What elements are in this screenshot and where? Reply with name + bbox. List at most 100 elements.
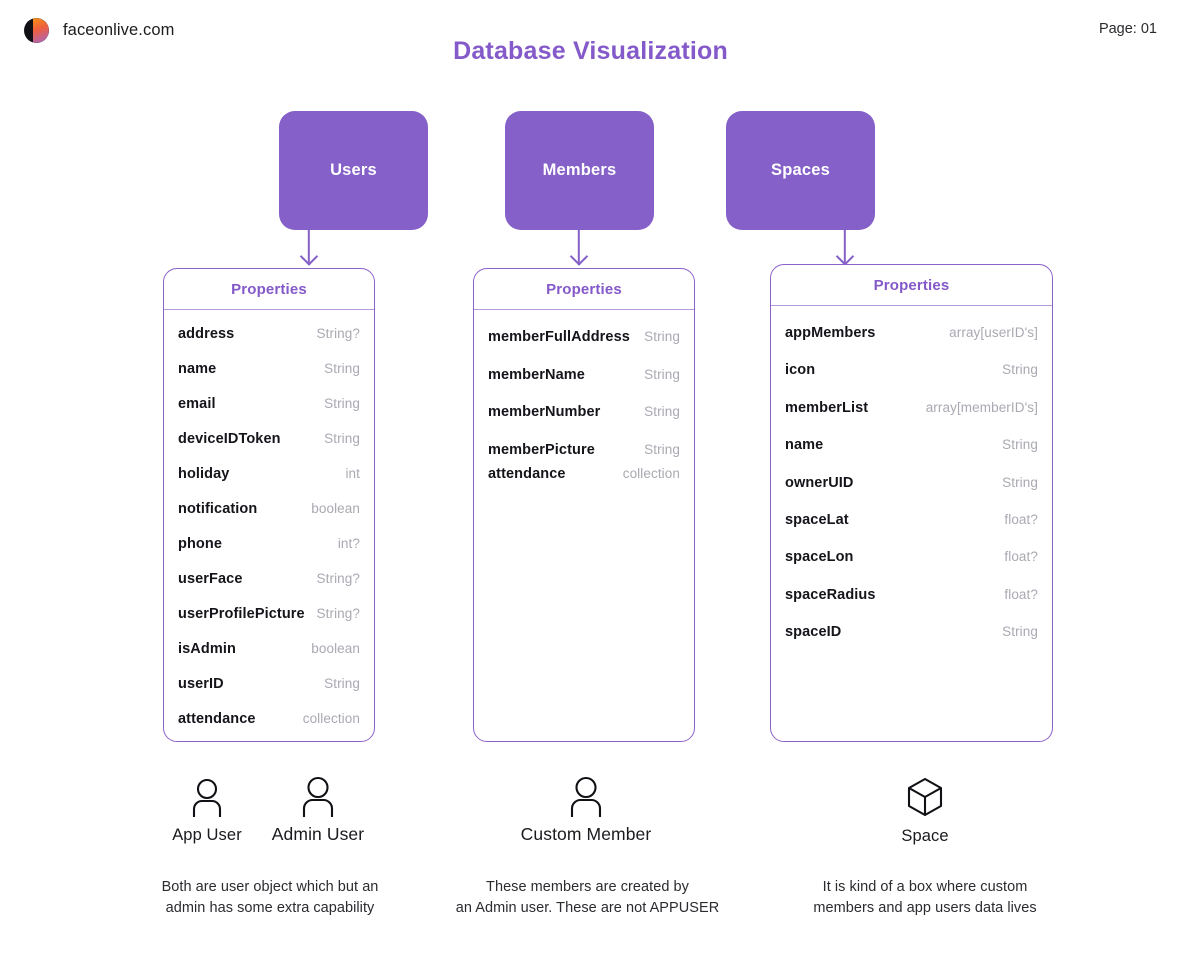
card-title: Properties bbox=[474, 269, 694, 310]
property-row: userProfilePicture String? bbox=[164, 606, 374, 641]
property-type: collection bbox=[622, 465, 680, 481]
property-type: int? bbox=[337, 536, 360, 551]
property-type: String? bbox=[316, 571, 360, 586]
caption-users: Both are user object which but an admin … bbox=[161, 879, 379, 916]
property-type: String bbox=[1002, 362, 1038, 378]
property-type: String bbox=[324, 396, 360, 411]
card-title: Properties bbox=[164, 269, 374, 310]
property-row: memberList array[memberID's] bbox=[771, 400, 1052, 437]
property-type: float? bbox=[1004, 586, 1038, 602]
property-row: memberPicture String bbox=[474, 442, 694, 466]
property-row: spaceRadius float? bbox=[771, 587, 1052, 624]
property-row: userFace String? bbox=[164, 571, 374, 606]
property-name: spaceRadius bbox=[785, 586, 876, 603]
property-name: deviceIDToken bbox=[178, 431, 281, 447]
property-type: String? bbox=[316, 326, 360, 341]
entity-box-members[interactable]: Members bbox=[505, 111, 654, 230]
property-type: boolean bbox=[311, 501, 360, 516]
entity-box-users[interactable]: Users bbox=[279, 111, 428, 230]
legend-item-space: Space bbox=[875, 776, 975, 846]
property-row: ownerUID String bbox=[771, 475, 1052, 512]
property-name: spaceLon bbox=[785, 549, 854, 566]
cube-icon bbox=[907, 777, 943, 817]
properties-list: address String? name String email String… bbox=[164, 310, 374, 746]
property-type: String bbox=[644, 404, 680, 419]
property-name: isAdmin bbox=[178, 641, 236, 657]
legend-label: Space bbox=[901, 827, 949, 845]
database-visualization-page: faceonlive.com Page: 01 Database Visuali… bbox=[0, 0, 1181, 971]
property-type: String bbox=[324, 676, 360, 691]
person-icon bbox=[570, 776, 602, 817]
property-type: String bbox=[1002, 437, 1038, 453]
person-icon bbox=[302, 776, 334, 817]
property-type: boolean bbox=[311, 641, 360, 656]
property-name: address bbox=[178, 326, 235, 342]
property-row: isAdmin boolean bbox=[164, 641, 374, 676]
property-name: email bbox=[178, 396, 216, 412]
legend-item-app-user: App User bbox=[157, 776, 257, 845]
property-name: memberFullAddress bbox=[488, 329, 630, 345]
property-name: userProfilePicture bbox=[178, 606, 305, 622]
property-type: String bbox=[644, 329, 680, 344]
card-title: Properties bbox=[771, 265, 1052, 306]
legend-item-custom-member: Custom Member bbox=[506, 774, 666, 845]
legend-label: App User bbox=[172, 826, 242, 844]
property-row: name String bbox=[164, 361, 374, 396]
property-type: String bbox=[644, 441, 680, 457]
property-row: phone int? bbox=[164, 536, 374, 571]
property-name: attendance bbox=[178, 711, 256, 727]
property-name: memberPicture bbox=[488, 441, 595, 458]
property-name: holiday bbox=[178, 466, 230, 482]
property-name: attendance bbox=[488, 465, 566, 482]
arrow-members-to-properties bbox=[565, 228, 593, 266]
properties-list: memberFullAddress String memberName Stri… bbox=[474, 310, 694, 490]
property-name: userFace bbox=[178, 571, 243, 587]
property-row: spaceID String bbox=[771, 624, 1052, 661]
property-row: memberNumber String bbox=[474, 404, 694, 442]
properties-card-members: Properties memberFullAddress String memb… bbox=[473, 268, 695, 742]
property-row: icon String bbox=[771, 362, 1052, 399]
property-type: String bbox=[1002, 474, 1038, 490]
property-row: memberFullAddress String bbox=[474, 329, 694, 367]
property-name: icon bbox=[785, 362, 816, 379]
property-name: memberNumber bbox=[488, 404, 601, 420]
property-row: appMembers array[userID's] bbox=[771, 325, 1052, 362]
person-icon bbox=[192, 778, 222, 817]
property-type: String bbox=[324, 431, 360, 446]
property-type: array[memberID's] bbox=[925, 399, 1038, 415]
property-row: deviceIDToken String bbox=[164, 431, 374, 466]
arrow-head bbox=[569, 247, 589, 266]
property-row: address String? bbox=[164, 326, 374, 361]
property-row: email String bbox=[164, 396, 374, 431]
legend-item-admin-user: Admin User bbox=[265, 774, 371, 845]
property-type: float? bbox=[1004, 549, 1038, 565]
property-name: memberName bbox=[488, 366, 585, 383]
property-type: int bbox=[345, 466, 360, 481]
property-type: float? bbox=[1004, 511, 1038, 527]
property-type: String bbox=[324, 361, 360, 376]
arrow-head bbox=[835, 247, 855, 266]
property-type: String? bbox=[316, 606, 360, 621]
entity-label: Spaces bbox=[771, 161, 830, 179]
arrow-users-to-properties bbox=[295, 228, 323, 266]
properties-card-spaces: Properties appMembers array[userID's] ic… bbox=[770, 264, 1053, 742]
entity-box-spaces[interactable]: Spaces bbox=[726, 111, 875, 230]
property-row: notification boolean bbox=[164, 501, 374, 536]
property-name: spaceLat bbox=[785, 511, 849, 528]
page-number-label: Page: 01 bbox=[1098, 21, 1157, 37]
arrow-head bbox=[299, 247, 319, 266]
property-name: notification bbox=[178, 501, 258, 517]
property-name: name bbox=[178, 361, 217, 377]
property-type: array[userID's] bbox=[949, 325, 1038, 340]
caption-members: These members are created by an Admin us… bbox=[455, 879, 720, 916]
property-name: spaceID bbox=[785, 624, 842, 641]
page-title: Database Visualization bbox=[453, 37, 728, 65]
legend-label: Custom Member bbox=[520, 824, 652, 844]
property-name: appMembers bbox=[785, 325, 876, 341]
properties-list: appMembers array[userID's] icon String m… bbox=[771, 306, 1052, 662]
legend-label: Admin User bbox=[271, 824, 365, 844]
property-row: memberName String bbox=[474, 367, 694, 405]
property-type: String bbox=[644, 366, 680, 382]
property-row: holiday int bbox=[164, 466, 374, 501]
property-row: name String bbox=[771, 437, 1052, 474]
